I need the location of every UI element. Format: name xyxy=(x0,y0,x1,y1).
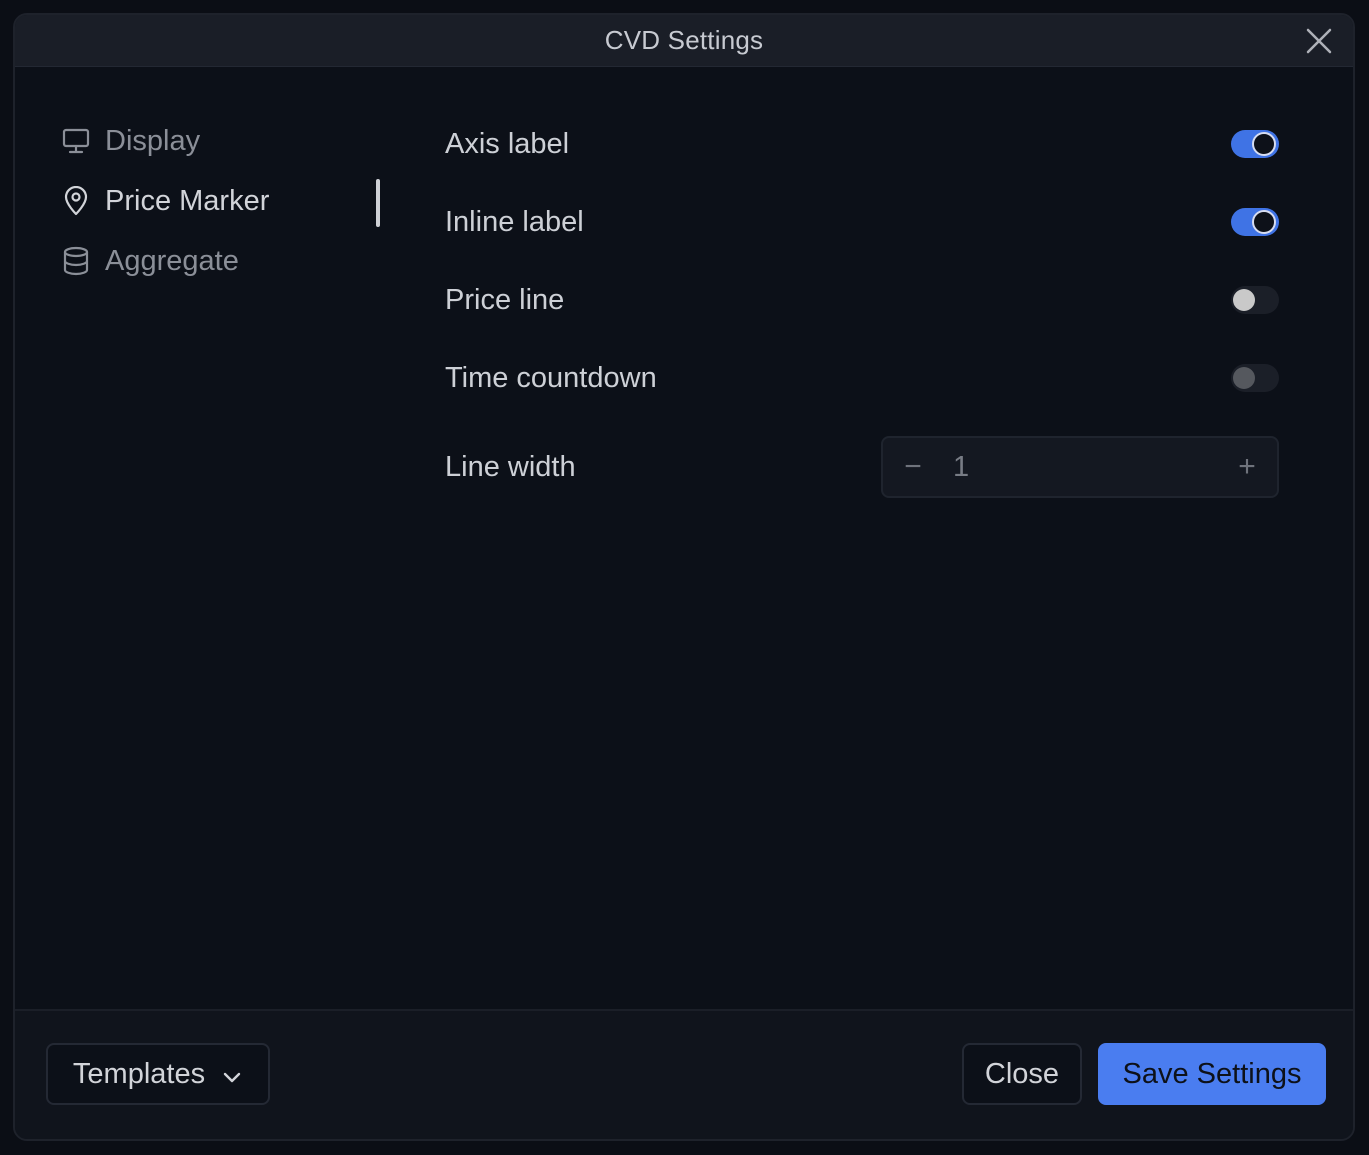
setting-axis-label: Axis label xyxy=(445,105,1279,183)
templates-label: Templates xyxy=(72,1057,206,1090)
database-icon xyxy=(61,246,91,276)
dialog-footer: Templates Close Save Settings xyxy=(15,1009,1353,1139)
axis-label-toggle[interactable] xyxy=(1231,130,1279,158)
setting-line-width: Line width − 1 + xyxy=(445,417,1279,517)
toggle-knob xyxy=(1233,367,1255,389)
monitor-icon xyxy=(61,126,91,156)
settings-dialog: CVD Settings Display Price Marker Aggreg… xyxy=(13,13,1355,1141)
decrement-button[interactable]: − xyxy=(883,438,943,496)
sidebar-item-aggregate[interactable]: Aggregate xyxy=(61,231,391,291)
increment-button[interactable]: + xyxy=(1217,438,1277,496)
templates-dropdown[interactable]: Templates xyxy=(46,1043,270,1105)
sidebar-item-label: Price Marker xyxy=(105,184,270,217)
close-icon[interactable] xyxy=(1305,27,1333,55)
dialog-title: CVD Settings xyxy=(604,25,764,55)
map-pin-icon xyxy=(61,186,91,216)
setting-label: Price line xyxy=(445,283,565,316)
time-countdown-toggle[interactable] xyxy=(1231,364,1279,392)
price-line-toggle[interactable] xyxy=(1231,286,1279,314)
active-indicator xyxy=(376,179,380,227)
sidebar-item-label: Display xyxy=(105,124,201,157)
close-button[interactable]: Close xyxy=(962,1043,1082,1105)
setting-label: Axis label xyxy=(445,127,570,160)
chevron-down-icon xyxy=(221,1063,243,1085)
toggle-knob xyxy=(1252,210,1276,234)
inline-label-toggle[interactable] xyxy=(1231,208,1279,236)
setting-time-countdown: Time countdown xyxy=(445,339,1279,417)
setting-label: Time countdown xyxy=(445,361,657,394)
sidebar-item-display[interactable]: Display xyxy=(61,111,391,171)
setting-label: Line width xyxy=(445,450,576,483)
line-width-input[interactable]: 1 xyxy=(943,451,1217,484)
settings-panel: Axis label Inline label Price line Time … xyxy=(445,105,1279,517)
save-settings-button[interactable]: Save Settings xyxy=(1098,1043,1326,1105)
dialog-titlebar: CVD Settings xyxy=(15,15,1353,67)
setting-price-line: Price line xyxy=(445,261,1279,339)
toggle-knob xyxy=(1233,289,1255,311)
setting-label: Inline label xyxy=(445,205,584,238)
sidebar-item-price-marker[interactable]: Price Marker xyxy=(61,171,391,231)
sidebar-nav: Display Price Marker Aggregate xyxy=(61,111,391,291)
setting-inline-label: Inline label xyxy=(445,183,1279,261)
line-width-stepper: − 1 + xyxy=(881,436,1279,498)
sidebar-item-label: Aggregate xyxy=(105,244,239,277)
toggle-knob xyxy=(1252,132,1276,156)
